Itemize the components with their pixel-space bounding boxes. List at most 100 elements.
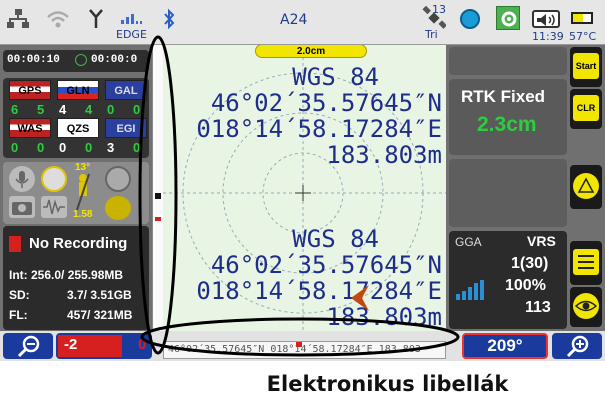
- correction-station: 113: [525, 299, 551, 316]
- corrections-box[interactable]: GGA VRS 1(30) 100% 113: [449, 231, 567, 329]
- signal-bars-icon: [121, 14, 142, 24]
- tools-panel[interactable]: 13° 1.58: [3, 162, 149, 224]
- measure-icon[interactable]: [105, 196, 131, 220]
- qzss-count-b: 0: [85, 140, 93, 155]
- zoom-in-button[interactable]: [552, 333, 602, 359]
- satellite-count: 13: [432, 3, 446, 16]
- vertical-level-strip: [152, 45, 163, 331]
- recording-status: No Recording: [29, 235, 128, 252]
- galileo-count-a: 0: [107, 102, 115, 117]
- waas-flag: WAS: [9, 118, 51, 138]
- egnos-label: EGI: [116, 123, 136, 135]
- scale-bar: 2.0cm: [255, 45, 367, 58]
- position-arrow-icon: [351, 285, 369, 311]
- elapsed-timer: 00:00:10: [7, 54, 60, 66]
- glonass-count-a: 4: [59, 102, 67, 117]
- view-button[interactable]: [570, 287, 602, 327]
- volume-icon[interactable]: [532, 10, 560, 28]
- battery-icon: [571, 12, 593, 24]
- bluetooth-icon: [164, 8, 175, 30]
- glonass-label: GLN: [66, 85, 90, 97]
- correction-source: Tri: [425, 28, 438, 41]
- remaining-timer: 00:00:0: [91, 54, 138, 66]
- tilt-angle: 13°: [75, 162, 91, 173]
- zoom-out-button[interactable]: [3, 333, 53, 359]
- bottom-longitude: 018°14´58.17284″E: [196, 277, 442, 305]
- start-button[interactable]: Start: [570, 47, 602, 87]
- gps-count-a: 6: [11, 102, 19, 117]
- wifi-icon: [47, 11, 69, 28]
- bubble-level-icon[interactable]: [41, 166, 67, 192]
- info-box-middle: [449, 159, 567, 227]
- bottom-height: 183.803m: [326, 303, 442, 331]
- warning-icon: [573, 173, 599, 199]
- galileo-flag: GAL: [105, 80, 147, 100]
- gps-flag: GPS: [9, 80, 51, 100]
- heading-indicator[interactable]: 209°: [462, 333, 548, 359]
- sd-card-icon: [9, 236, 21, 252]
- qzss-flag: QZS: [57, 118, 99, 138]
- waas-label: WAS: [17, 123, 43, 135]
- position-map[interactable]: 2.0cm WGS 84 46°02´35.57645″N 018°14´58.…: [163, 45, 446, 331]
- list-button[interactable]: [570, 241, 602, 285]
- correction-mode: VRS: [527, 233, 556, 249]
- top-latitude: 46°02´35.57645″N: [210, 89, 442, 117]
- clear-button-label: CLR: [573, 95, 599, 121]
- eye-icon: [573, 293, 599, 319]
- tilt-right-value: 0: [138, 336, 147, 353]
- waveform-icon[interactable]: [41, 196, 67, 218]
- fix-status-box[interactable]: RTK Fixed 2.3cm: [449, 79, 567, 155]
- int-label: Int:: [9, 268, 28, 282]
- timers: 00:00:10 00:00:0: [3, 50, 149, 72]
- temperature: 57°C: [569, 30, 597, 43]
- list-icon: [573, 249, 599, 275]
- qzss-label: QZS: [66, 123, 90, 135]
- top-longitude: 018°14´58.17284″E: [196, 115, 442, 143]
- vertical-level-marker: [155, 193, 161, 199]
- horizontal-level-marker: [296, 342, 302, 347]
- bottom-datum: WGS 84: [292, 225, 379, 253]
- left-panel: 00:00:10 00:00:0 GPS GLN GAL 6 5 4 4 0 0…: [0, 45, 152, 331]
- warning-button[interactable]: [570, 165, 602, 209]
- waas-count-a: 0: [11, 140, 19, 155]
- correction-quality: 100%: [505, 277, 546, 294]
- sd-label: SD:: [9, 288, 30, 302]
- gps-count-b: 5: [37, 102, 45, 117]
- heading-value: 209°: [487, 336, 523, 355]
- fix-status: RTK Fixed: [461, 87, 546, 106]
- network-type: EDGE: [116, 28, 147, 41]
- caption: Elektronikus libellák: [266, 372, 509, 396]
- egnos-count-b: 0: [133, 140, 141, 155]
- gps-label: GPS: [18, 85, 42, 97]
- qzss-count-a: 0: [59, 140, 67, 155]
- network-icon: [7, 9, 29, 28]
- glonass-count-b: 4: [85, 102, 93, 117]
- glonass-flag: GLN: [57, 80, 99, 100]
- constellation-panel[interactable]: GPS GLN GAL 6 5 4 4 0 0 WAS QZS EGI 0 0 …: [3, 78, 149, 158]
- settings-gear-icon[interactable]: [496, 6, 520, 30]
- fl-value: 457/ 321MB: [67, 308, 133, 322]
- status-bar: EDGE A24 13 Tri 11:39 57°C: [0, 0, 605, 45]
- status-circle-icon[interactable]: [460, 9, 480, 29]
- bottom-bar: -2 0 46°02´35.57645″N 018°14´58.17284″E …: [0, 331, 605, 361]
- zoom-out-icon: [17, 335, 40, 358]
- correction-age: 1(30): [511, 255, 549, 272]
- device-name: A24: [280, 12, 308, 28]
- pole-height: 1.58: [73, 209, 93, 220]
- top-height: 183.803m: [326, 141, 442, 169]
- correction-signal-icon: [456, 280, 484, 300]
- vertical-level-center-marker: [155, 217, 161, 221]
- antenna-icon: [89, 9, 103, 28]
- galileo-label: GAL: [114, 85, 138, 97]
- correction-message: GGA: [455, 235, 482, 249]
- sd-value: 3.7/ 3.51GB: [67, 288, 132, 302]
- recording-panel[interactable]: No Recording Int: 256.0/ 255.98MB SD: 3.…: [3, 226, 149, 330]
- int-value: 256.0/ 255.98MB: [31, 268, 124, 282]
- clear-button[interactable]: CLR: [570, 89, 602, 129]
- level-strip-text: 46°02´35.57645″N 018°14´58.17284″E 183.8…: [168, 344, 421, 355]
- info-box-top: [449, 47, 567, 75]
- tilt-indicator[interactable]: -2 0: [56, 333, 152, 359]
- target-icon[interactable]: [105, 166, 131, 192]
- camera-icon[interactable]: [9, 196, 35, 218]
- microphone-icon[interactable]: [9, 166, 35, 192]
